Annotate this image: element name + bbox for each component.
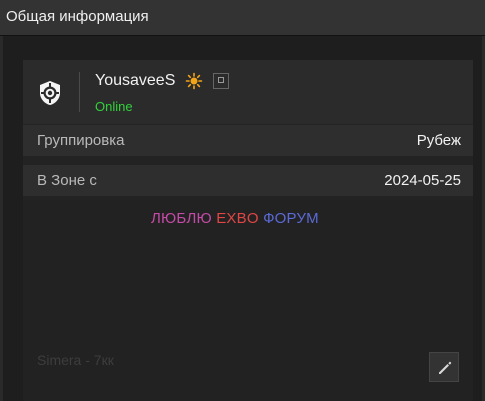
faction-value: Рубеж xyxy=(416,132,461,149)
window-header: Общая информация xyxy=(0,0,485,36)
user-row: YousaveeS Online xyxy=(23,60,473,124)
faction-row: Группировка Рубеж xyxy=(23,124,473,156)
info-panel: YousaveeS Online Группировка Рубеж В Зон… xyxy=(23,60,473,401)
avatar-divider xyxy=(79,72,80,112)
zone-since-label: В Зоне с xyxy=(37,172,97,189)
about-note: Simera - 7кк xyxy=(37,352,114,368)
username[interactable]: YousaveeS xyxy=(95,72,175,90)
about-section: ЛЮБЛЮ EXBO ФОРУМ Simera - 7кк xyxy=(23,200,473,401)
about-word-1: ЛЮБЛЮ xyxy=(151,210,212,227)
about-word-3: ФОРУМ xyxy=(263,210,319,227)
sun-badge-icon xyxy=(185,72,203,90)
info-window: Общая информация YousaveeS Online Группи… xyxy=(0,0,485,401)
online-status: Online xyxy=(95,99,133,114)
faction-label: Группировка xyxy=(37,132,125,149)
header-title: Общая информация xyxy=(6,8,149,25)
edit-button[interactable] xyxy=(429,352,459,382)
copy-icon[interactable] xyxy=(213,73,229,89)
about-word-2: EXBO xyxy=(216,210,259,227)
about-text: ЛЮБЛЮ EXBO ФОРУМ xyxy=(151,210,319,227)
pencil-icon xyxy=(439,361,452,374)
left-frame xyxy=(0,36,3,401)
shield-target-icon xyxy=(40,81,60,105)
zone-since-row: В Зоне с 2024-05-25 xyxy=(23,164,473,196)
zone-since-value: 2024-05-25 xyxy=(384,172,461,189)
